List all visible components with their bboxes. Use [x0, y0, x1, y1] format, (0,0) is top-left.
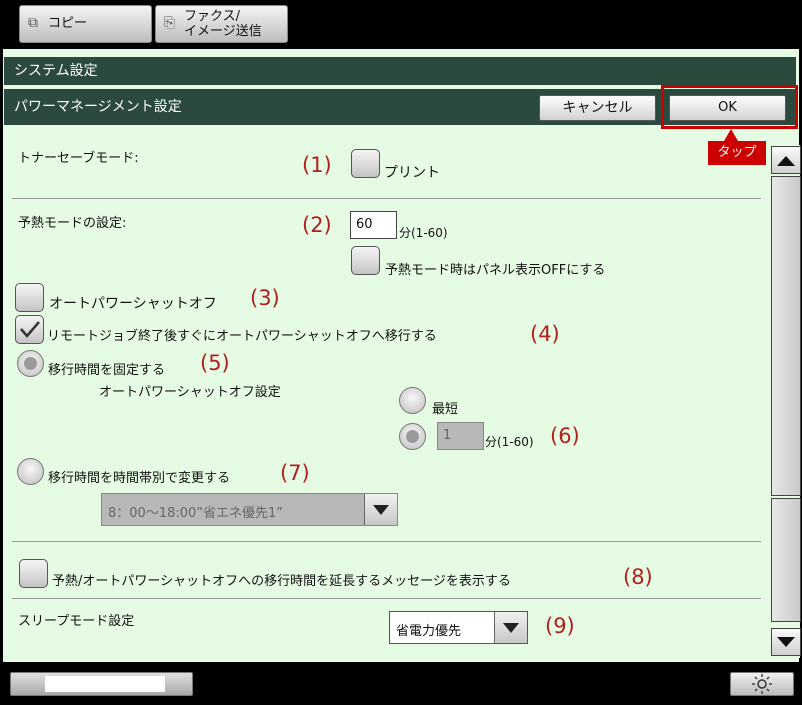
scroll-up-button[interactable]: [771, 146, 801, 174]
tab-fax-label: ファクス/ イメージ送信: [184, 9, 262, 39]
fixed-time-radio[interactable]: [17, 350, 44, 377]
remote-job-label: リモートジョブ終了後すぐにオートパワーシャットオフへ移行する: [47, 329, 437, 344]
marker-7: (7): [280, 461, 310, 485]
time-zone-select-value: 8：00～18:00”省エネ優先1”: [108, 506, 284, 521]
auto-power-off-checkbox[interactable]: [15, 283, 44, 312]
marker-5: (5): [200, 351, 230, 375]
arrow-down-icon: [777, 637, 795, 647]
toner-save-print-checkbox[interactable]: [351, 149, 380, 178]
divider: [12, 198, 761, 199]
preheat-minutes-input[interactable]: 60: [350, 211, 397, 239]
scroll-thumb[interactable]: [771, 176, 801, 496]
tab-copy-label: コピー: [48, 16, 88, 31]
time-zone-label: 移行時間を時間帯別で変更する: [48, 471, 231, 486]
arrow-up-icon: [777, 156, 795, 166]
sleep-mode-select-value: 省電力優先: [396, 624, 462, 639]
panel-off-label: 予熱モード時はパネル表示OFFにする: [385, 263, 606, 278]
progress-fill: [45, 676, 165, 692]
marker-1: (1): [302, 153, 332, 177]
preheat-label: 予熱モードの設定:: [18, 216, 127, 231]
scroll-down-button[interactable]: [771, 628, 801, 656]
auto-power-off-setting-label: オートパワーシャットオフ設定: [99, 385, 281, 400]
marker-3: (3): [250, 286, 280, 310]
divider: [12, 541, 761, 542]
section-title: システム設定: [14, 63, 98, 79]
cancel-button[interactable]: キャンセル: [539, 95, 656, 121]
chevron-down-icon: [494, 612, 527, 643]
marker-2: (2): [302, 213, 332, 237]
radio-dot: [406, 430, 419, 443]
scroll-track[interactable]: [771, 498, 801, 622]
fax-icon: ⎘: [164, 15, 176, 31]
fixed-time-label: 移行時間を固定する: [48, 363, 166, 378]
marker-4: (4): [530, 322, 560, 346]
shortest-label: 最短: [432, 402, 459, 417]
time-zone-radio[interactable]: [17, 458, 44, 485]
marker-8: (8): [623, 565, 653, 589]
panel-off-checkbox[interactable]: [351, 246, 380, 275]
copy-icon: ⧉: [28, 15, 38, 31]
marker-6: (6): [550, 424, 580, 448]
divider: [12, 598, 761, 599]
tab-fax-image-send[interactable]: ⎘ ファクス/ イメージ送信: [155, 5, 288, 43]
auto-power-off-minutes-input[interactable]: 1: [437, 422, 484, 450]
preheat-unit: 分(1-60): [399, 226, 448, 240]
sleep-mode-label: スリープモード設定: [18, 614, 135, 629]
auto-power-off-label: オートパワーシャットオフ: [49, 296, 217, 312]
extend-message-label: 予熱/オートパワーシャットオフへの移行時間を延長するメッセージを表示する: [52, 574, 511, 589]
radio-selected-dot: [24, 357, 37, 370]
check-icon: [20, 321, 40, 338]
brightness-button[interactable]: [730, 672, 794, 696]
shortest-radio[interactable]: [399, 387, 426, 414]
marker-9: (9): [545, 614, 575, 638]
sleep-mode-select[interactable]: 省電力優先: [389, 611, 528, 644]
print-label: プリント: [384, 165, 440, 181]
ok-button[interactable]: OK: [669, 95, 786, 121]
page-title: パワーマネージメント設定: [14, 99, 182, 115]
minutes-unit: 分(1-60): [485, 435, 534, 449]
tab-copy[interactable]: ⧉ コピー: [19, 5, 152, 43]
section-header: システム設定: [4, 57, 796, 85]
chevron-down-icon: [364, 494, 397, 525]
time-zone-select[interactable]: 8：00～18:00”省エネ優先1”: [101, 493, 398, 526]
sun-icon: [752, 674, 772, 694]
toner-save-label: トナーセーブモード:: [18, 151, 139, 166]
minutes-radio[interactable]: [399, 423, 426, 450]
tooltip-pointer: [724, 129, 738, 141]
remote-job-checkbox[interactable]: [15, 315, 44, 344]
extend-message-checkbox[interactable]: [19, 559, 48, 588]
tap-tooltip: タップ: [708, 141, 766, 165]
progress-bar: [10, 672, 193, 696]
